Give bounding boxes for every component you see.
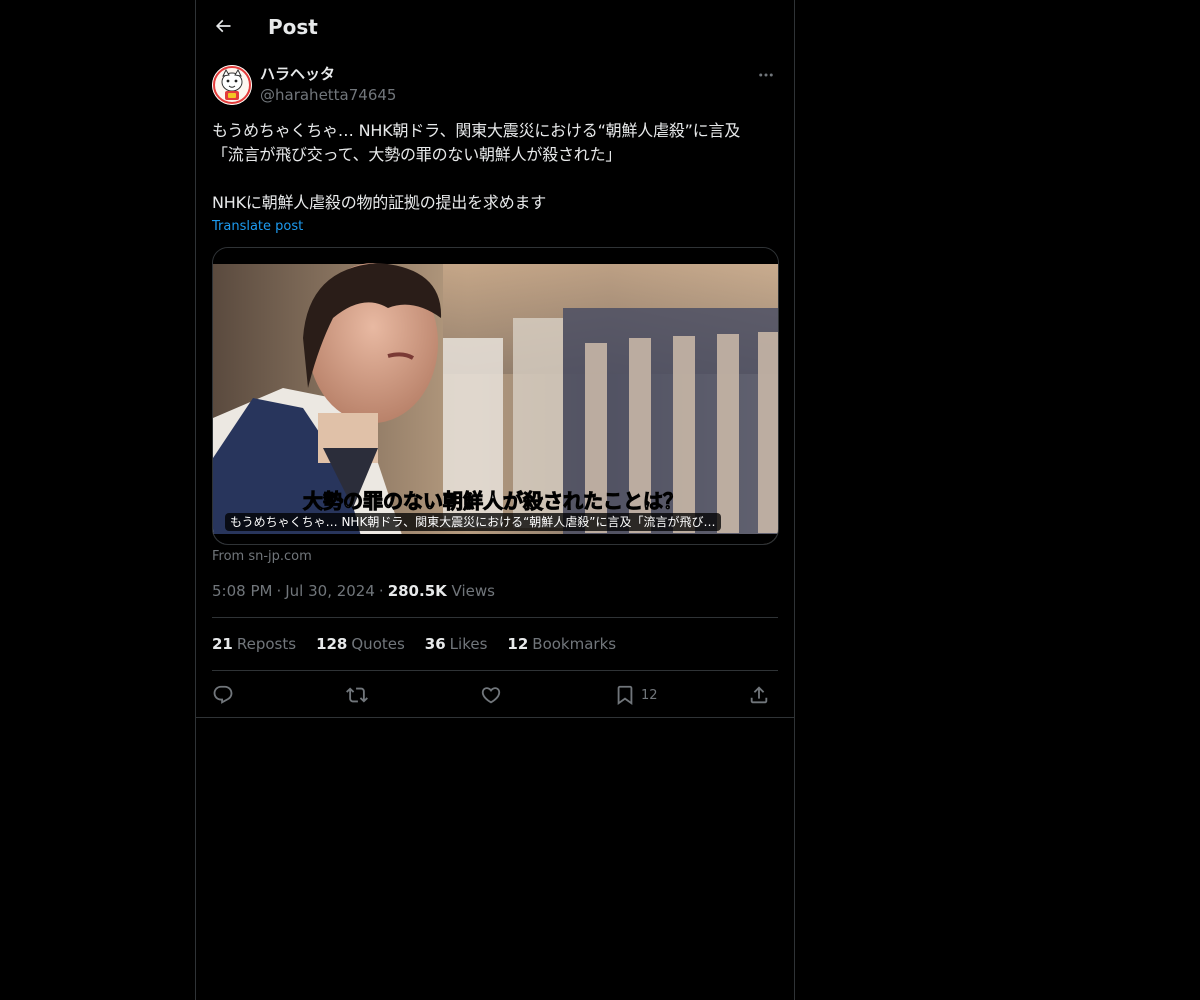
share-icon: [750, 686, 768, 704]
action-bar: 12: [212, 682, 778, 708]
stat-likes[interactable]: 36 Likes: [425, 634, 488, 654]
link-card[interactable]: 大勢の罪のない朝鮮人が殺されたことは？ もうめちゃくちゃ… NHK朝ドラ、関東大…: [212, 247, 779, 545]
avatar[interactable]: [212, 65, 252, 105]
back-button[interactable]: [206, 9, 240, 43]
top-bar: Post: [196, 0, 794, 54]
views-label: Views: [451, 582, 495, 600]
repost-icon: [346, 687, 368, 703]
divider: [212, 670, 778, 671]
card-source[interactable]: From sn-jp.com: [212, 548, 312, 566]
post-date[interactable]: Jul 30, 2024: [285, 582, 375, 600]
post-author: ハラヘッタ @harahetta74645: [212, 64, 778, 108]
stat-reposts[interactable]: 21 Reposts: [212, 634, 296, 654]
main-column: Post ハラヘッタ @harahetta74645 もうめちゃくちゃ… NHK…: [195, 0, 795, 1000]
like-button[interactable]: [480, 682, 502, 708]
page-title: Post: [268, 15, 318, 39]
display-name[interactable]: ハラヘッタ: [260, 64, 335, 84]
views-count: 280.5K: [387, 582, 447, 600]
user-handle[interactable]: @harahetta74645: [260, 85, 396, 105]
reply-icon: [213, 685, 233, 704]
stat-quotes[interactable]: 128 Quotes: [316, 634, 405, 654]
repost-button[interactable]: [346, 682, 368, 708]
bookmark-count: 12: [641, 687, 658, 703]
card-image: 大勢の罪のない朝鮮人が殺されたことは？: [213, 248, 778, 544]
post-text: もうめちゃくちゃ… NHK朝ドラ、関東大震災における“朝鮮人虐殺”に言及 「流言…: [212, 121, 741, 212]
bookmark-button[interactable]: 12: [614, 682, 658, 708]
divider: [212, 617, 778, 618]
reply-button[interactable]: [212, 682, 234, 708]
arrow-left-icon: [215, 19, 231, 33]
translate-post-link[interactable]: Translate post: [212, 218, 303, 236]
bookmark-icon: [617, 685, 633, 706]
more-options-button[interactable]: [754, 64, 778, 86]
card-image-subtitle: 大勢の罪のない朝鮮人が殺されたことは？: [303, 489, 683, 513]
divider: [196, 717, 794, 718]
more-horizontal-icon: [759, 73, 773, 77]
post-stats: 21 Reposts 128 Quotes 36 Likes 12 Bookmarks: [212, 634, 616, 654]
card-caption: もうめちゃくちゃ… NHK朝ドラ、関東大震災における“朝鮮人虐殺”に言及「流言が…: [225, 513, 721, 531]
heart-icon: [481, 687, 501, 704]
post-meta: 5:08 PM · Jul 30, 2024 · 280.5K Views: [212, 582, 495, 600]
stat-bookmarks[interactable]: 12 Bookmarks: [507, 634, 616, 654]
cartoon-avatar-icon: [212, 65, 252, 105]
post-time[interactable]: 5:08 PM: [212, 582, 272, 600]
share-button[interactable]: [748, 682, 770, 708]
